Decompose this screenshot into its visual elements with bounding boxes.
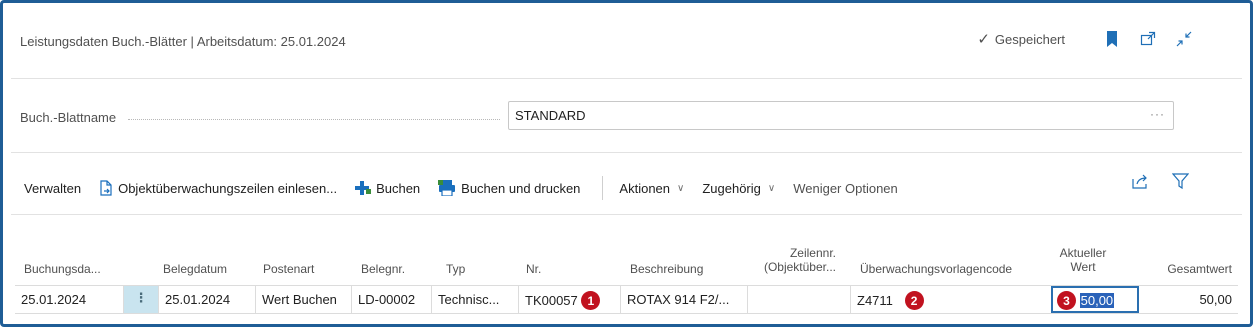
col-header-no[interactable]: Nr. bbox=[526, 262, 541, 276]
related-label: Zugehörig bbox=[702, 180, 761, 196]
chevron-down-icon: ∨ bbox=[677, 182, 685, 194]
col-header-line-no-line2: (Objektüber... bbox=[763, 260, 836, 274]
post-and-print-label: Buchen und drucken bbox=[461, 180, 581, 196]
col-header-total-value[interactable]: Gesamtwert bbox=[1140, 262, 1232, 276]
document-arrow-icon bbox=[100, 180, 112, 196]
cell-template-code-value: Z4711 bbox=[857, 292, 893, 308]
col-header-line-no-line1: Zeilennr. bbox=[789, 246, 836, 260]
cell-line-no[interactable] bbox=[748, 286, 851, 313]
collapse-icon[interactable] bbox=[1175, 30, 1193, 48]
cell-document-date[interactable]: 25.01.2024 bbox=[159, 286, 256, 313]
cell-document-no[interactable]: LD-00002 bbox=[352, 286, 432, 313]
cell-no-value: TK00057 bbox=[525, 292, 578, 308]
current-value-selected: 50,00 bbox=[1079, 292, 1115, 308]
journal-name-field[interactable]: STANDARD ··· bbox=[508, 101, 1174, 130]
col-header-type[interactable]: Typ bbox=[446, 262, 465, 276]
cell-description[interactable]: ROTAX 914 F2/... bbox=[621, 286, 748, 313]
page-title: Leistungsdaten Buch.-Blätter | Arbeitsda… bbox=[20, 34, 346, 49]
col-header-document-date[interactable]: Belegdatum bbox=[163, 262, 227, 276]
callout-badge-1: 1 bbox=[581, 291, 601, 310]
saved-label: Gespeichert bbox=[994, 31, 1065, 47]
window-frame bbox=[0, 0, 1253, 327]
cell-total-value[interactable]: 50,00 bbox=[1139, 286, 1238, 313]
import-lines-button[interactable]: Objektüberwachungszeilen einlesen... bbox=[99, 180, 337, 196]
post-and-print-button[interactable]: Buchen und drucken bbox=[438, 180, 580, 196]
header-toolbar: ✓ Gespeichert bbox=[977, 30, 1193, 48]
post-button[interactable]: Buchen bbox=[355, 181, 420, 196]
chevron-down-icon: ∨ bbox=[767, 182, 776, 194]
action-bar: Verwalten Objektüberwachungszeilen einle… bbox=[24, 176, 916, 200]
col-header-description[interactable]: Beschreibung bbox=[630, 262, 703, 276]
fewer-options-button[interactable]: Weniger Optionen bbox=[793, 181, 898, 196]
col-header-entry-type[interactable]: Postenart bbox=[263, 262, 314, 276]
cell-no[interactable]: TK00057 1 bbox=[519, 286, 621, 313]
col-header-current-value-line1: Aktueller bbox=[1059, 246, 1107, 260]
cell-entry-type[interactable]: Wert Buchen bbox=[256, 286, 352, 313]
callout-badge-2: 2 bbox=[904, 291, 924, 310]
post-icon bbox=[355, 181, 372, 195]
row-menu-icon[interactable]: ⋮ bbox=[124, 286, 159, 313]
col-header-current-value[interactable]: Aktueller Wert bbox=[1040, 246, 1126, 274]
actions-menu[interactable]: Aktionen ∨ bbox=[619, 181, 684, 196]
manage-label: Verwalten bbox=[24, 180, 82, 196]
manage-menu[interactable]: Verwalten bbox=[24, 181, 81, 196]
cell-template-code[interactable]: Z4711 2 bbox=[851, 286, 1051, 313]
post-label: Buchen bbox=[376, 180, 421, 196]
divider bbox=[11, 78, 1242, 79]
table-row[interactable]: 25.01.2024 ⋮ 25.01.2024 Wert Buchen LD-0… bbox=[15, 285, 1238, 314]
toolbar-separator bbox=[602, 176, 604, 200]
col-header-current-value-line2: Wert bbox=[1070, 260, 1096, 274]
col-header-posting-date[interactable]: Buchungsda... bbox=[24, 262, 101, 276]
more-options-icon[interactable]: ··· bbox=[1150, 107, 1165, 121]
col-header-line-no[interactable]: Zeilennr. (Objektüber... bbox=[748, 246, 836, 274]
journal-name-value: STANDARD bbox=[515, 108, 586, 123]
divider bbox=[11, 214, 1242, 215]
import-lines-label: Objektüberwachungszeilen einlesen... bbox=[118, 180, 338, 196]
saved-status: ✓ Gespeichert bbox=[977, 30, 1065, 48]
share-icon[interactable] bbox=[1131, 172, 1149, 190]
actions-label: Aktionen bbox=[619, 180, 671, 196]
related-menu[interactable]: Zugehörig ∨ bbox=[702, 181, 775, 196]
check-icon: ✓ bbox=[977, 31, 990, 48]
col-header-document-no[interactable]: Belegnr. bbox=[361, 262, 405, 276]
label-leader-dots bbox=[128, 119, 500, 120]
cell-posting-date[interactable]: 25.01.2024 bbox=[15, 286, 124, 313]
action-bar-icons bbox=[1131, 172, 1189, 190]
bookmark-icon[interactable] bbox=[1103, 30, 1121, 48]
fewer-options-label: Weniger Optionen bbox=[793, 180, 898, 196]
journal-name-label: Buch.-Blattname bbox=[20, 110, 117, 125]
printer-icon bbox=[438, 180, 456, 196]
divider bbox=[11, 152, 1242, 153]
open-new-window-icon[interactable] bbox=[1139, 30, 1157, 48]
filter-icon[interactable] bbox=[1171, 172, 1189, 190]
col-header-template-code[interactable]: Überwachungsvorlagencode bbox=[860, 262, 1012, 276]
callout-badge-3: 3 bbox=[1057, 291, 1076, 310]
current-value-input[interactable]: 3 50,00 bbox=[1051, 286, 1139, 313]
cell-type[interactable]: Technisc... bbox=[432, 286, 519, 313]
